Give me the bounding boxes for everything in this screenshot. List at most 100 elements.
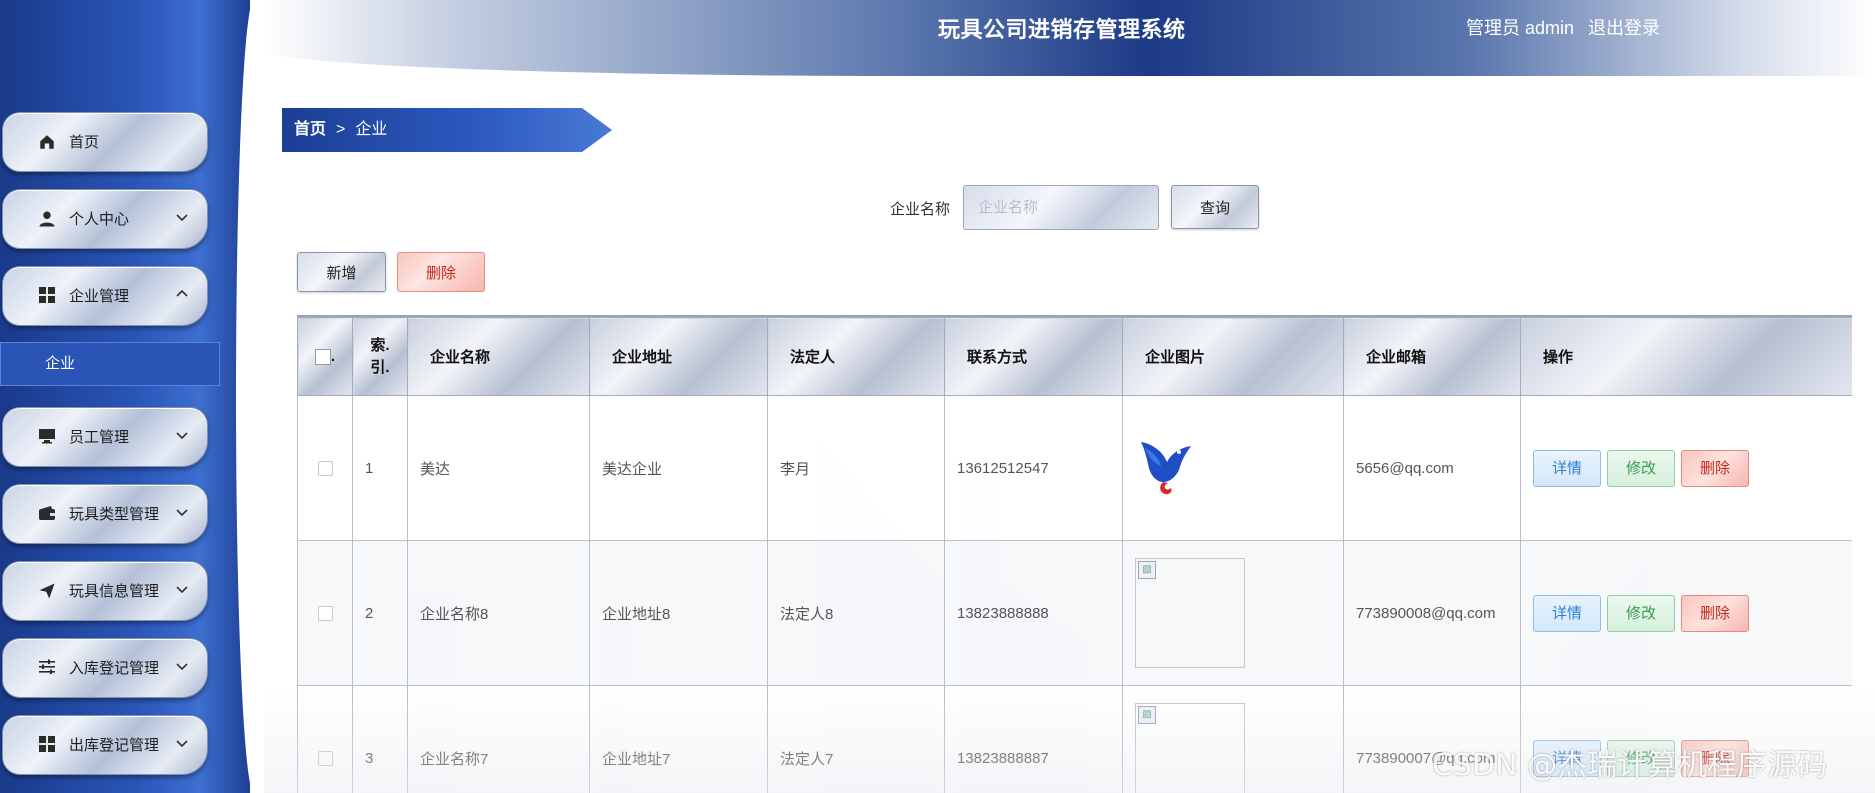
sidebar-item-staff[interactable]: 员工管理 — [2, 407, 208, 467]
edit-button[interactable]: 修改 — [1607, 594, 1675, 632]
logout-link[interactable]: 退出登录 — [1588, 14, 1660, 40]
breadcrumb-separator: > — [336, 121, 346, 138]
cell-image — [1122, 395, 1344, 541]
sidebar-item-label: 入库登记管理 — [69, 660, 160, 677]
broken-image-glyph: ▨ — [1138, 561, 1156, 579]
watermark-text: CSDN @杰瑞计算机程序源码 — [1432, 748, 1828, 783]
column-header-ops: 操作 — [1520, 317, 1852, 396]
sliders-icon — [37, 659, 57, 679]
table-row: 2 企业名称8 企业地址8 法定人8 13823888888 ▨ 7738900… — [297, 540, 1852, 686]
cell-legal: 法定人8 — [767, 540, 945, 686]
column-header-name: 企业名称 — [407, 317, 590, 396]
sidebar-item-label: 首页 — [69, 134, 100, 151]
wallet-icon — [37, 505, 57, 525]
cell-image: ▨ — [1122, 685, 1344, 793]
cell-email: 5656@qq.com — [1343, 395, 1521, 541]
cell-contact: 13823888888 — [944, 540, 1123, 686]
cell-address: 企业地址8 — [589, 540, 768, 686]
monitor-icon — [37, 428, 57, 448]
breadcrumb-current: 企业 — [355, 121, 388, 138]
sidebar-subitem-company[interactable]: 企业 — [0, 342, 220, 386]
chevron-down-icon — [175, 190, 189, 246]
cell-legal: 李月 — [767, 395, 945, 541]
broken-image-icon: ▨ — [1135, 703, 1245, 793]
cell-legal: 法定人7 — [767, 685, 945, 793]
cell-index: 1 — [352, 395, 408, 541]
cell-ops: 详情 修改 删除 — [1520, 540, 1852, 686]
send-icon — [37, 582, 57, 602]
chevron-down-icon — [175, 716, 189, 772]
add-button[interactable]: 新增 — [297, 252, 386, 292]
company-table: . 索. 引. 企业名称 企业地址 法定人 联系方式 企业图片 企业邮箱 操作 1… — [297, 315, 1852, 793]
select-all-checkbox[interactable] — [314, 349, 331, 366]
sidebar-item-company[interactable]: 企业管理 — [2, 266, 208, 326]
column-header-address: 企业地址 — [589, 317, 768, 396]
sidebar-item-label: 企业管理 — [69, 288, 130, 305]
sidebar-item-label: 出库登记管理 — [69, 737, 160, 754]
search-label: 企业名称 — [890, 201, 951, 218]
sidebar-item-label: 员工管理 — [69, 429, 130, 446]
breadcrumb-home[interactable]: 首页 — [294, 121, 326, 138]
column-header-contact: 联系方式 — [944, 317, 1123, 396]
cell-name: 美达 — [407, 395, 590, 541]
sidebar-item-label: 玩具类型管理 — [69, 506, 160, 523]
user-icon — [37, 210, 57, 230]
batch-delete-button[interactable]: 删除 — [397, 252, 485, 292]
delete-button[interactable]: 删除 — [1681, 449, 1749, 487]
sidebar-item-profile[interactable]: 个人中心 — [2, 189, 208, 249]
sidebar-item-toy-info[interactable]: 玩具信息管理 — [2, 561, 208, 621]
row-checkbox[interactable] — [317, 606, 333, 622]
detail-button[interactable]: 详情 — [1533, 594, 1601, 632]
delete-button[interactable]: 删除 — [1681, 594, 1749, 632]
chevron-down-icon — [175, 562, 189, 618]
table-header-row: . 索. 引. 企业名称 企业地址 法定人 联系方式 企业图片 企业邮箱 操作 — [297, 317, 1852, 396]
grid-icon — [37, 287, 57, 307]
row-select-cell — [297, 540, 353, 686]
cell-index: 2 — [352, 540, 408, 686]
header-text: 索. — [370, 336, 390, 354]
home-icon — [37, 133, 57, 153]
broken-image-glyph: ▨ — [1138, 706, 1156, 724]
cell-email: 773890008@qq.com — [1343, 540, 1521, 686]
sidebar-item-toy-type[interactable]: 玩具类型管理 — [2, 484, 208, 544]
chevron-down-icon — [175, 639, 189, 695]
cell-ops: 详情 修改 删除 — [1520, 395, 1852, 541]
sidebar-item-stock-in[interactable]: 入库登记管理 — [2, 638, 208, 698]
header-dot: . — [330, 347, 336, 365]
detail-button[interactable]: 详情 — [1533, 449, 1601, 487]
search-button[interactable]: 查询 — [1171, 185, 1259, 229]
sidebar-item-home[interactable]: 首页 — [2, 112, 208, 172]
column-header-legal: 法定人 — [767, 317, 945, 396]
header-text: 引. — [370, 358, 390, 376]
sidebar-item-label: 个人中心 — [69, 211, 130, 228]
row-select-cell — [297, 685, 353, 793]
edit-button[interactable]: 修改 — [1607, 449, 1675, 487]
cell-image: ▨ — [1122, 540, 1344, 686]
breadcrumb: 首页 > 企业 — [282, 108, 612, 152]
chevron-down-icon — [175, 408, 189, 464]
table-row: 1 美达 美达企业 李月 13612512547 5656@qq.com 详情 … — [297, 395, 1852, 541]
current-user: 管理员 admin — [1466, 18, 1575, 38]
cell-address: 企业地址7 — [589, 685, 768, 793]
column-header-index: 索. 引. — [352, 317, 408, 396]
select-all-header[interactable]: . — [297, 317, 353, 396]
cell-name: 企业名称8 — [407, 540, 590, 686]
cell-contact: 13612512547 — [944, 395, 1123, 541]
app-title: 玩具公司进销存管理系统 — [938, 17, 1186, 42]
chevron-down-icon — [175, 485, 189, 541]
search-input[interactable] — [963, 185, 1159, 230]
sidebar-wave-decoration — [236, 0, 250, 793]
chevron-up-icon — [175, 267, 189, 323]
column-header-image: 企业图片 — [1122, 317, 1344, 396]
column-header-email: 企业邮箱 — [1343, 317, 1521, 396]
cell-contact: 13823888887 — [944, 685, 1123, 793]
cell-index: 3 — [352, 685, 408, 793]
row-checkbox[interactable] — [317, 751, 333, 767]
sidebar-item-stock-out[interactable]: 出库登记管理 — [2, 715, 208, 775]
eagle-logo-icon — [1135, 434, 1195, 502]
sidebar-item-label: 玩具信息管理 — [69, 583, 160, 600]
broken-image-icon: ▨ — [1135, 558, 1245, 668]
cell-name: 企业名称7 — [407, 685, 590, 793]
row-select-cell — [297, 395, 353, 541]
row-checkbox[interactable] — [317, 461, 333, 477]
